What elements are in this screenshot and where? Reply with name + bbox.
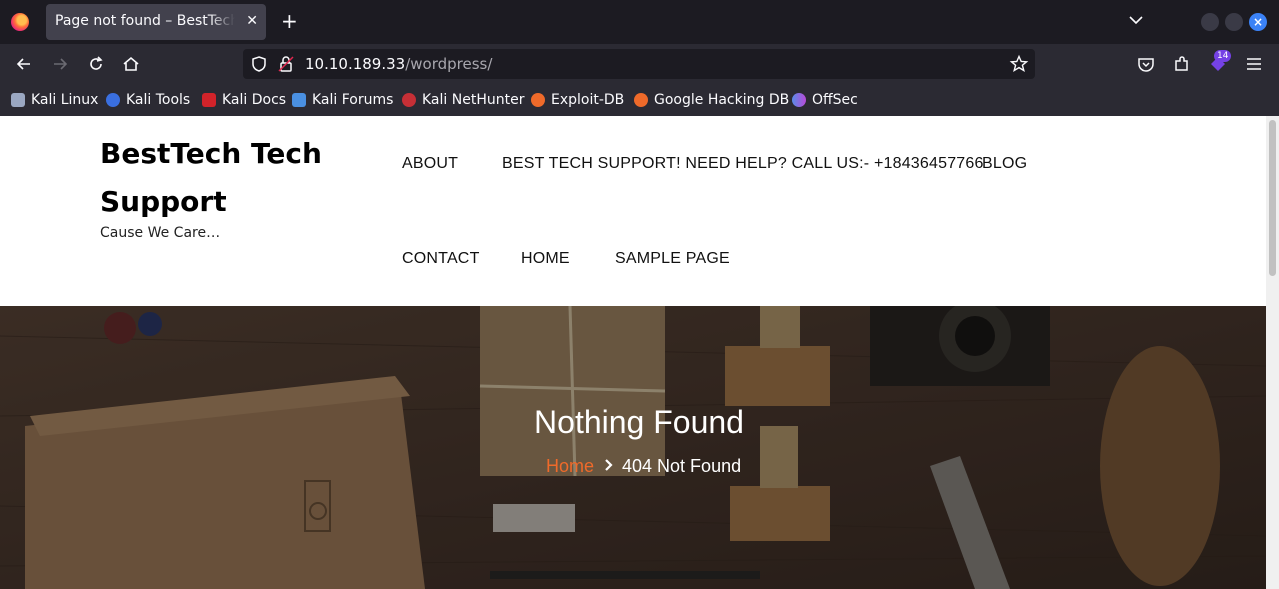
breadcrumb: Home 404 Not Found (546, 456, 741, 477)
tab-close-icon[interactable]: ✕ (246, 13, 258, 29)
menu-item-best-tech-support[interactable]: BEST TECH SUPPORT! NEED HELP? CALL US:- … (502, 155, 984, 173)
list-all-tabs-icon[interactable] (1128, 12, 1144, 28)
menu-hamburger-icon[interactable] (1244, 54, 1264, 74)
breadcrumb-home-link[interactable]: Home (546, 456, 594, 477)
kali-dragon-icon (11, 93, 25, 107)
menu-item-sample-page[interactable]: SAMPLE PAGE (615, 250, 730, 268)
menu-item-blog[interactable]: BLOG (982, 155, 1027, 173)
scrollbar-thumb[interactable] (1269, 120, 1276, 276)
bookmark-label: Kali Tools (126, 92, 191, 108)
ghdb-icon (634, 93, 648, 107)
breadcrumb-current: 404 Not Found (622, 456, 742, 476)
bookmark-google-hacking-db[interactable]: Google Hacking DB (634, 91, 789, 109)
hero-banner: Nothing Found Home 404 Not Found (0, 306, 1266, 589)
extensions-puzzle-icon[interactable] (1172, 54, 1192, 74)
bookmarks-toolbar: Kali Linux Kali Tools Kali Docs Kali For… (0, 84, 1279, 116)
menu-item-home[interactable]: HOME (521, 250, 570, 268)
bookmark-label: OffSec (812, 92, 858, 108)
kali-forums-icon (292, 93, 306, 107)
url-text[interactable]: 10.10.189.33/wordpress/ (305, 55, 492, 73)
close-window-button[interactable]: × (1249, 13, 1267, 31)
page-title: Nothing Found (534, 404, 744, 440)
menu-item-contact[interactable]: CONTACT (402, 250, 480, 268)
forward-icon[interactable] (50, 54, 70, 74)
bookmark-kali-nethunter[interactable]: Kali NetHunter (402, 91, 524, 109)
exploit-db-icon (531, 93, 545, 107)
reload-icon[interactable] (86, 54, 106, 74)
bookmark-kali-docs[interactable]: Kali Docs (202, 91, 286, 109)
bookmark-kali-forums[interactable]: Kali Forums (292, 91, 393, 109)
bookmark-label: Kali Linux (31, 92, 99, 108)
hero-overlay (0, 306, 1266, 589)
nethunter-icon (402, 93, 416, 107)
bookmark-label: Kali Docs (222, 92, 287, 108)
bookmark-exploit-db[interactable]: Exploit-DB (531, 91, 624, 109)
insecure-lock-icon[interactable] (276, 54, 296, 74)
navigation-toolbar: 10.10.189.33/wordpress/ 14 (0, 44, 1279, 84)
back-icon[interactable] (14, 54, 34, 74)
firefox-logo-icon[interactable] (11, 13, 29, 31)
minimize-window-button[interactable] (1201, 13, 1219, 31)
url-path: /wordpress/ (405, 55, 493, 73)
home-icon[interactable] (121, 54, 141, 74)
tab-title: Page not found – BestTech Tech Support (55, 13, 235, 29)
tab-bar: Page not found – BestTech Tech Support ✕… (0, 0, 1279, 44)
new-tab-button[interactable]: + (281, 9, 298, 33)
tab-active[interactable]: Page not found – BestTech Tech Support ✕ (46, 4, 266, 40)
menu-item-about[interactable]: ABOUT (402, 155, 458, 173)
kali-tools-icon (106, 93, 120, 107)
bookmark-label: Kali Forums (312, 92, 394, 108)
tracking-protection-shield-icon[interactable] (249, 54, 269, 74)
bookmark-star-icon[interactable] (1009, 54, 1029, 74)
site-tagline: Cause We Care… (100, 225, 221, 241)
bookmark-kali-linux[interactable]: Kali Linux (11, 91, 98, 109)
bookmark-label: Google Hacking DB (654, 92, 790, 108)
chevron-right-icon (604, 458, 614, 476)
site-title[interactable]: BestTech Tech Support (100, 130, 350, 226)
offsec-icon (792, 93, 806, 107)
bookmark-kali-tools[interactable]: Kali Tools (106, 91, 190, 109)
url-bar[interactable]: 10.10.189.33/wordpress/ (243, 49, 1035, 79)
extension-badge: 14 (1214, 50, 1232, 62)
bookmark-label: Exploit-DB (551, 92, 625, 108)
maximize-window-button[interactable] (1225, 13, 1243, 31)
bookmark-label: Kali NetHunter (422, 92, 525, 108)
bookmark-offsec[interactable]: OffSec (792, 91, 858, 109)
url-host: 10.10.189.33 (305, 55, 406, 73)
kali-docs-icon (202, 93, 216, 107)
page-scrollbar[interactable] (1266, 116, 1279, 589)
pocket-icon[interactable] (1136, 54, 1156, 74)
web-page: BestTech Tech Support Cause We Care… ABO… (0, 116, 1266, 589)
